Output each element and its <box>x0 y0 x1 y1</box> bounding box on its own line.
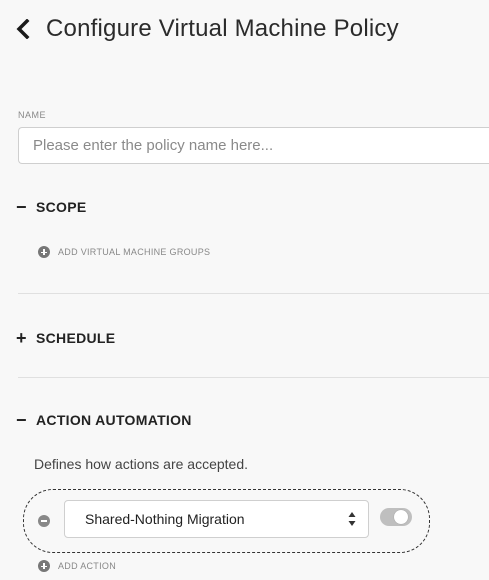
toggle-knob <box>394 510 408 524</box>
section-title-scope: SCOPE <box>36 199 87 215</box>
section-header-scope[interactable]: − SCOPE <box>16 198 87 216</box>
add-vm-groups-label: ADD VIRTUAL MACHINE GROUPS <box>58 247 211 257</box>
policy-config-page: Configure Virtual Machine Policy NAME − … <box>0 0 489 580</box>
divider <box>18 293 489 294</box>
page-title: Configure Virtual Machine Policy <box>46 15 399 42</box>
remove-action-button[interactable] <box>38 515 50 527</box>
expand-icon: + <box>16 328 27 348</box>
collapse-icon: − <box>16 197 27 217</box>
add-action-link[interactable]: ADD ACTION <box>38 560 116 572</box>
policy-name-input[interactable] <box>18 127 489 164</box>
action-enable-toggle[interactable] <box>380 508 412 526</box>
action-type-selected-value: Shared-Nothing Migration <box>85 511 245 527</box>
section-header-action-automation[interactable]: − ACTION AUTOMATION <box>16 411 192 429</box>
section-title-schedule: SCHEDULE <box>36 330 116 346</box>
add-circle-icon <box>38 246 50 258</box>
add-circle-icon <box>38 560 50 572</box>
page-header: Configure Virtual Machine Policy <box>16 14 399 44</box>
collapse-icon: − <box>16 410 27 430</box>
add-action-label: ADD ACTION <box>58 561 117 571</box>
back-button[interactable] <box>16 14 38 44</box>
section-header-schedule[interactable]: + SCHEDULE <box>16 329 115 347</box>
chevron-left-icon <box>16 19 30 39</box>
name-label: NAME <box>18 110 47 120</box>
select-arrows-icon <box>348 512 356 526</box>
section-title-action-automation: ACTION AUTOMATION <box>36 412 192 428</box>
action-automation-description: Defines how actions are accepted. <box>34 456 249 472</box>
add-vm-groups-link[interactable]: ADD VIRTUAL MACHINE GROUPS <box>38 246 210 258</box>
action-type-select[interactable]: Shared-Nothing Migration <box>64 500 369 538</box>
divider <box>18 377 489 378</box>
